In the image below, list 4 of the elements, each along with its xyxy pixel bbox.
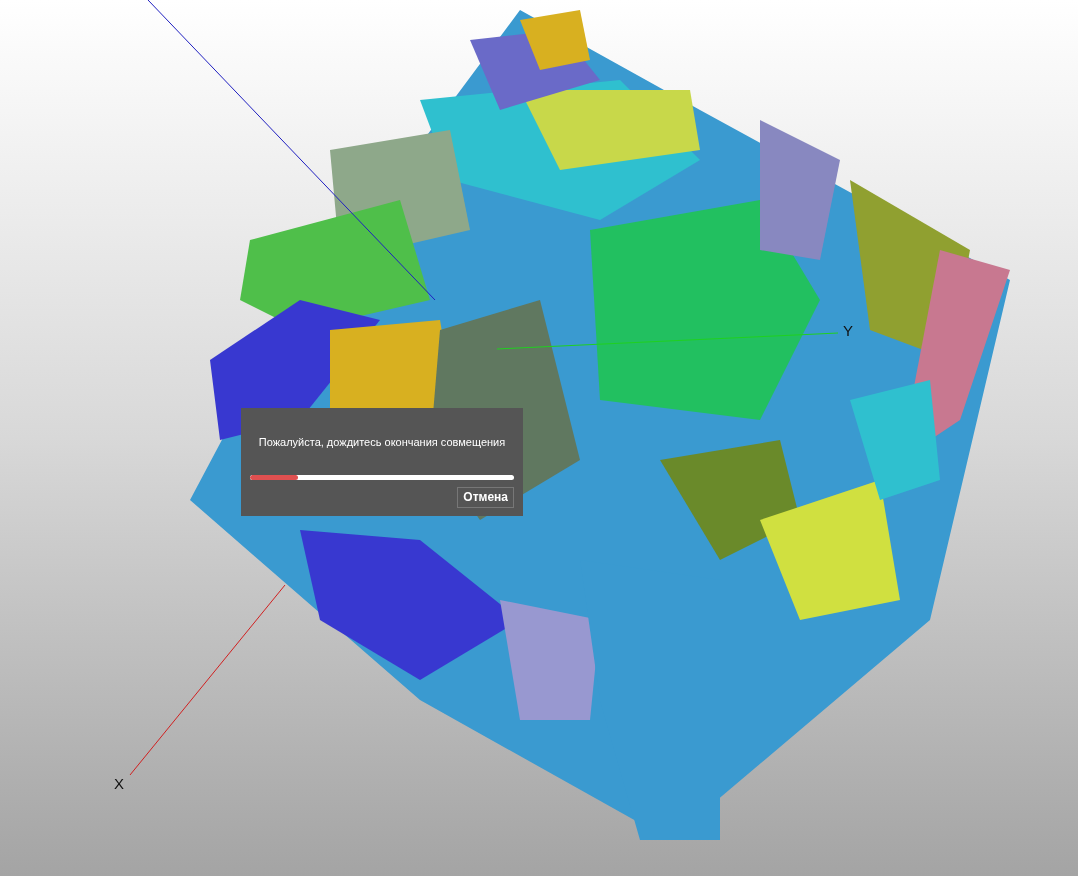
dialog-message: Пожалуйста, дождитесь окончания совмещения xyxy=(257,435,507,450)
axis-label: X xyxy=(114,776,124,791)
cancel-button[interactable]: Отмена xyxy=(457,486,514,508)
axis-label: Y xyxy=(843,323,853,338)
